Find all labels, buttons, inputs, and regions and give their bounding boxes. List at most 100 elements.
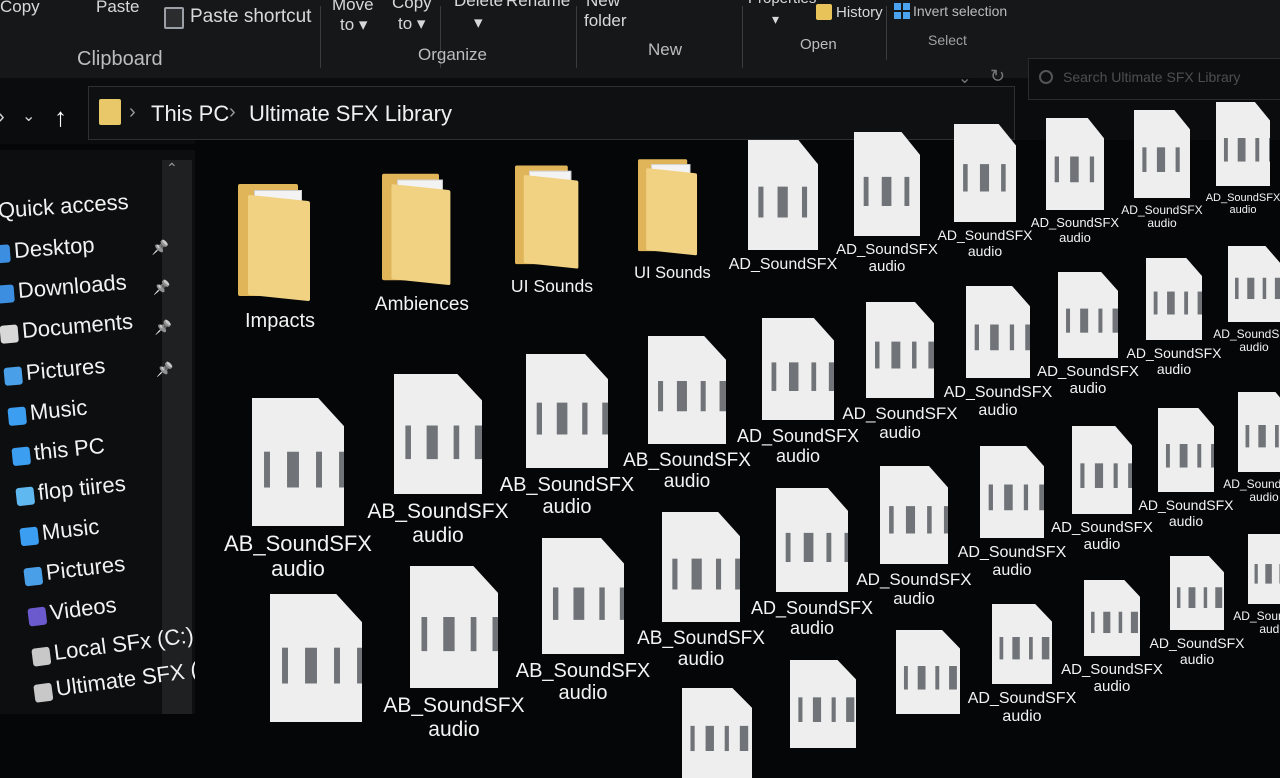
folder-item[interactable] xyxy=(238,180,322,302)
audio-file-icon[interactable]: ❙❚❙❚❙ xyxy=(410,566,498,688)
scroll-up-icon[interactable]: ⌃ xyxy=(166,160,178,177)
recent-locations-icon[interactable]: ⌄ xyxy=(22,106,35,126)
waveform-icon: ❙❚❙❚❙ xyxy=(880,503,975,535)
copy-button[interactable]: Copy xyxy=(0,0,40,16)
audio-file-icon[interactable]: ❙❚❙❚❙ xyxy=(1238,392,1280,472)
paste-shortcut-button[interactable]: Paste shortcut xyxy=(190,7,311,26)
open-group-label: Open xyxy=(800,36,837,53)
pc-icon xyxy=(11,446,32,467)
new-folder-label-2[interactable]: folder xyxy=(584,12,627,30)
properties-button[interactable]: Properties xyxy=(748,0,816,8)
move-to-label-2[interactable]: to ▾ xyxy=(340,16,367,34)
audio-file-icon[interactable]: ❙❚❙❚❙ xyxy=(542,538,624,654)
audio-file-icon[interactable]: ❙❚❙❚❙ xyxy=(394,374,482,494)
audio-file-icon[interactable]: ❙❚❙❚❙ xyxy=(270,594,362,722)
copy-to-label-2[interactable]: to ▾ xyxy=(398,15,425,33)
audio-file-icon[interactable]: ❙❚❙❚❙ xyxy=(1248,534,1280,604)
audio-file-icon[interactable]: ❙❚❙❚❙ xyxy=(252,398,344,526)
breadcrumb-this-pc[interactable]: This PC xyxy=(151,101,229,127)
audio-file-icon[interactable]: ❙❚❙❚❙ xyxy=(866,302,934,398)
waveform-icon: ❙❚❙❚❙ xyxy=(1248,560,1280,584)
audio-file-icon[interactable]: ❙❚❙❚❙ xyxy=(1134,110,1190,198)
waveform-icon: ❙❚❙❚❙ xyxy=(1238,422,1280,449)
audio-file-icon[interactable]: ❙❚❙❚❙ xyxy=(762,318,834,420)
waveform-icon: ❙❚❙❚❙ xyxy=(966,320,1054,351)
file-name[interactable]: AD_SoundSFXaudio xyxy=(1130,635,1264,667)
file-name[interactable]: AD_SoundSFXaudio xyxy=(1198,477,1280,505)
waveform-icon: ❙❚❙❚❙ xyxy=(410,612,534,653)
pin-icon[interactable]: 📌 xyxy=(153,280,170,296)
sidebar-item[interactable]: Music xyxy=(7,395,89,427)
move-to-label-1[interactable]: Move xyxy=(332,0,374,14)
waveform-icon: ❙❚❙❚❙ xyxy=(1228,274,1280,300)
pin-icon[interactable]: 📌 xyxy=(156,362,173,378)
breadcrumb-chevron-icon[interactable]: › xyxy=(229,101,236,124)
document-icon xyxy=(0,324,19,344)
refresh-icon[interactable]: ↻ xyxy=(990,66,1005,87)
address-dropdown-icon[interactable]: ⌄ xyxy=(958,68,971,88)
audio-file-icon[interactable]: ❙❚❙❚❙ xyxy=(992,604,1052,684)
audio-file-icon[interactable]: ❙❚❙❚❙ xyxy=(1046,118,1104,210)
copy-to-label-1[interactable]: Copy xyxy=(392,0,432,12)
audio-file-icon[interactable]: ❙❚❙❚❙ xyxy=(776,488,848,592)
audio-file-icon[interactable]: ❙❚❙❚❙ xyxy=(662,512,740,622)
waveform-icon: ❙❚❙❚❙ xyxy=(854,171,956,206)
folder-name[interactable]: UI Sounds xyxy=(485,277,619,297)
folder-icon xyxy=(523,174,579,269)
waveform-icon: ❙❚❙❚❙ xyxy=(1072,459,1156,489)
waveform-icon: ❙❚❙❚❙ xyxy=(954,161,1049,193)
audio-file-icon[interactable]: ❙❚❙❚❙ xyxy=(790,660,856,748)
audio-file-icon[interactable]: ❙❚❙❚❙ xyxy=(954,124,1016,222)
new-folder-label-1[interactable]: New xyxy=(586,0,620,10)
waveform-icon: ❙❚❙❚❙ xyxy=(270,642,401,684)
delete-button[interactable]: Delete xyxy=(454,0,503,10)
up-arrow-icon[interactable]: ↑ xyxy=(54,102,67,133)
delete-dropdown-icon[interactable]: ▾ xyxy=(474,14,483,32)
audio-file-icon[interactable]: ❙❚❙❚❙ xyxy=(880,466,948,564)
audio-file-icon[interactable]: ❙❚❙❚❙ xyxy=(1216,102,1270,186)
breadcrumb-chevron-icon[interactable]: › xyxy=(129,101,136,124)
waveform-icon: ❙❚❙❚❙ xyxy=(1216,133,1270,162)
pin-icon[interactable]: 📌 xyxy=(152,240,169,256)
invert-selection-button[interactable]: Invert selection xyxy=(913,2,1007,20)
forward-icon[interactable]: › xyxy=(0,106,5,129)
music-icon xyxy=(19,526,40,547)
folder-name[interactable]: Ambiences xyxy=(352,294,492,315)
file-name[interactable]: AD_SoundSFXaudio xyxy=(1176,192,1280,217)
folder-name[interactable]: Impacts xyxy=(208,310,352,332)
drive-icon xyxy=(31,646,52,667)
folder-item[interactable] xyxy=(638,156,707,256)
folder-item[interactable] xyxy=(515,162,589,269)
ribbon-divider xyxy=(320,6,321,68)
address-bar[interactable]: › This PC › Ultimate SFX Library xyxy=(88,86,1015,140)
waveform-icon: ❙❚❙❚❙ xyxy=(1058,304,1139,333)
search-input[interactable]: Search Ultimate SFX Library xyxy=(1063,69,1240,85)
waveform-icon: ❙❚❙❚❙ xyxy=(866,338,959,370)
waveform-icon: ❙❚❙❚❙ xyxy=(542,582,659,621)
ribbon-divider xyxy=(742,6,743,68)
waveform-icon: ❙❚❙❚❙ xyxy=(748,181,858,218)
audio-file-icon[interactable]: ❙❚❙❚❙ xyxy=(896,630,960,714)
folder-icon xyxy=(646,168,698,256)
waveform-icon: ❙❚❙❚❙ xyxy=(790,693,874,723)
audio-file-icon[interactable]: ❙❚❙❚❙ xyxy=(854,132,920,236)
search-box[interactable]: Search Ultimate SFX Library xyxy=(1028,58,1280,100)
waveform-icon: ❙❚❙❚❙ xyxy=(1046,152,1134,183)
properties-dropdown-icon[interactable]: ▾ xyxy=(772,10,779,28)
audio-file-icon[interactable]: ❙❚❙❚❙ xyxy=(682,688,752,778)
folder-item[interactable] xyxy=(382,170,462,286)
breadcrumb-current[interactable]: Ultimate SFX Library xyxy=(249,101,452,127)
file-name[interactable]: AD_SoundSFXaudio xyxy=(1188,327,1280,355)
audio-file-icon[interactable]: ❙❚❙❚❙ xyxy=(526,354,608,468)
rename-button[interactable]: Rename xyxy=(506,0,570,10)
waveform-icon: ❙❚❙❚❙ xyxy=(1084,608,1154,634)
audio-file-icon[interactable]: ❙❚❙❚❙ xyxy=(648,336,726,444)
pin-icon[interactable]: 📌 xyxy=(155,320,172,336)
paste-button[interactable]: Paste xyxy=(96,0,139,16)
file-name[interactable]: AD_SoundSFXaudio xyxy=(1208,609,1280,637)
audio-file-icon[interactable]: ❙❚❙❚❙ xyxy=(748,140,818,250)
waveform-icon: ❙❚❙❚❙ xyxy=(1134,143,1218,173)
waveform-icon: ❙❚❙❚❙ xyxy=(648,377,755,413)
history-button[interactable]: History xyxy=(836,4,883,22)
audio-file-icon[interactable]: ❙❚❙❚❙ xyxy=(1228,246,1280,322)
